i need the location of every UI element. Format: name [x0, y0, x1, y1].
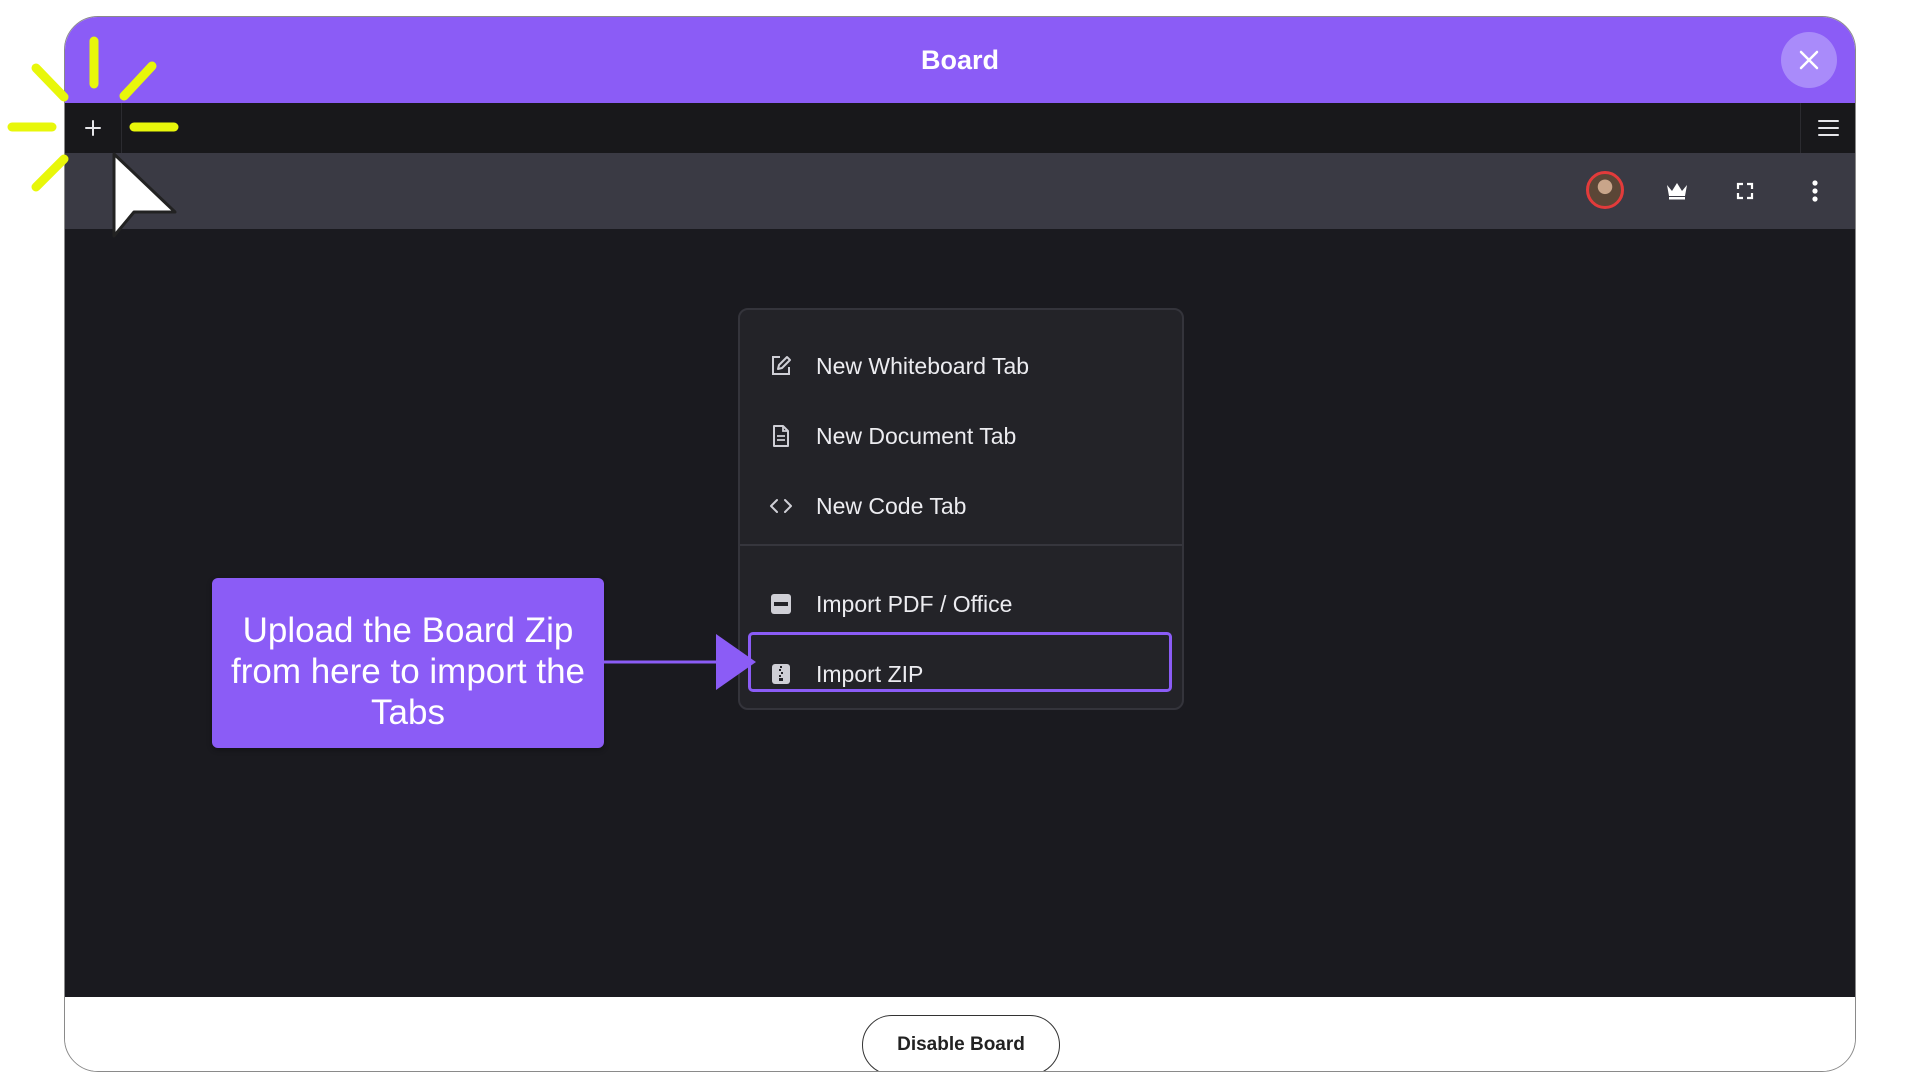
- attention-rays: [7, 36, 179, 192]
- callout-arrow: [604, 634, 756, 690]
- cursor-pointer-icon: [112, 152, 177, 238]
- annotation-overlay: [7, 36, 756, 690]
